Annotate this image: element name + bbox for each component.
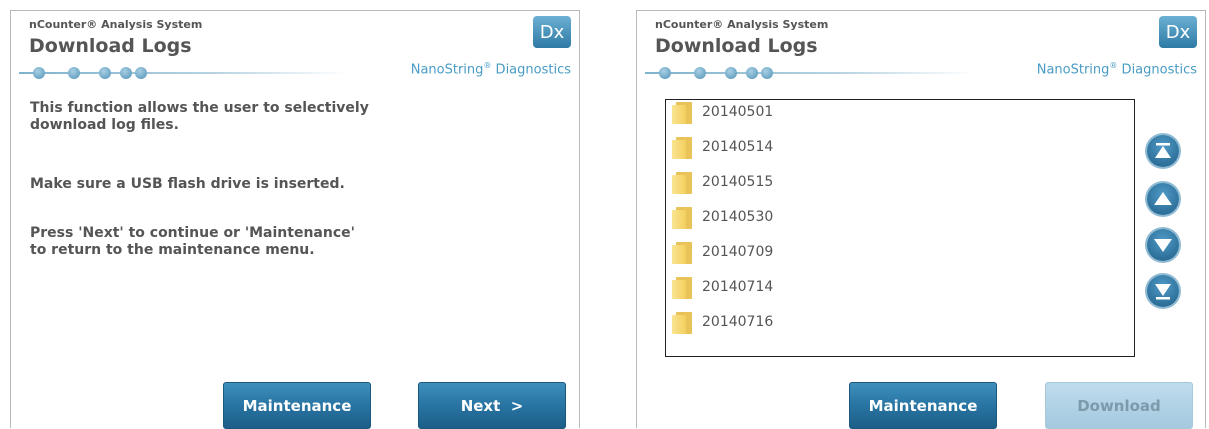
next-button[interactable]: Next > bbox=[418, 382, 566, 429]
folder-icon bbox=[672, 100, 694, 124]
progress-dot bbox=[135, 67, 147, 79]
folder-icon bbox=[672, 240, 694, 264]
intro-message: This function allows the user to selecti… bbox=[30, 100, 369, 133]
progress-dot bbox=[120, 67, 132, 79]
folder-list[interactable]: 20140501 20140514 20140515 20140530 2014… bbox=[665, 99, 1135, 357]
progress-dot bbox=[694, 67, 706, 79]
scroll-bottom-icon[interactable] bbox=[1147, 275, 1179, 307]
intro-screen: nCounter® Analysis System Download Logs … bbox=[10, 10, 580, 429]
maintenance-button[interactable]: Maintenance bbox=[223, 382, 371, 429]
folder-icon bbox=[672, 205, 694, 229]
page-title: Download Logs bbox=[29, 35, 192, 57]
progress-indicator bbox=[19, 66, 349, 80]
folder-icon bbox=[672, 170, 694, 194]
usb-message: Make sure a USB flash drive is inserted. bbox=[30, 176, 345, 192]
progress-dot bbox=[33, 67, 45, 79]
progress-dot bbox=[761, 67, 773, 79]
folder-item[interactable]: 20140530 bbox=[672, 205, 773, 229]
folder-item[interactable]: 20140514 bbox=[672, 135, 773, 159]
brand-logo: NanoString® Diagnostics bbox=[410, 61, 571, 78]
scroll-top-icon[interactable] bbox=[1147, 135, 1179, 167]
progress-dot bbox=[725, 67, 737, 79]
system-name: nCounter® Analysis System bbox=[29, 18, 203, 31]
folder-item[interactable]: 20140716 bbox=[672, 310, 773, 334]
page-title: Download Logs bbox=[655, 35, 818, 57]
download-button[interactable]: Download bbox=[1045, 382, 1193, 429]
instructions-message: Press 'Next' to continue or 'Maintenance… bbox=[30, 225, 355, 258]
folder-select-screen: nCounter® Analysis System Download Logs … bbox=[636, 10, 1206, 429]
system-name: nCounter® Analysis System bbox=[655, 18, 829, 31]
folder-item[interactable]: 20140714 bbox=[672, 275, 773, 299]
brand-logo: NanoString® Diagnostics bbox=[1036, 61, 1197, 78]
scroll-down-icon[interactable] bbox=[1147, 229, 1179, 261]
folder-item[interactable]: 20140709 bbox=[672, 240, 773, 264]
folder-icon bbox=[672, 275, 694, 299]
progress-dot bbox=[99, 67, 111, 79]
progress-dot bbox=[659, 67, 671, 79]
folder-icon bbox=[672, 135, 694, 159]
progress-indicator bbox=[645, 66, 975, 80]
folder-item[interactable]: 20140501 bbox=[672, 100, 773, 124]
progress-dot bbox=[68, 67, 80, 79]
maintenance-button[interactable]: Maintenance bbox=[849, 382, 997, 429]
dx-badge: Dx bbox=[533, 16, 571, 48]
scroll-up-icon[interactable] bbox=[1147, 183, 1179, 215]
progress-dot bbox=[746, 67, 758, 79]
folder-item[interactable]: 20140515 bbox=[672, 170, 773, 194]
folder-icon bbox=[672, 310, 694, 334]
dx-badge: Dx bbox=[1159, 16, 1197, 48]
